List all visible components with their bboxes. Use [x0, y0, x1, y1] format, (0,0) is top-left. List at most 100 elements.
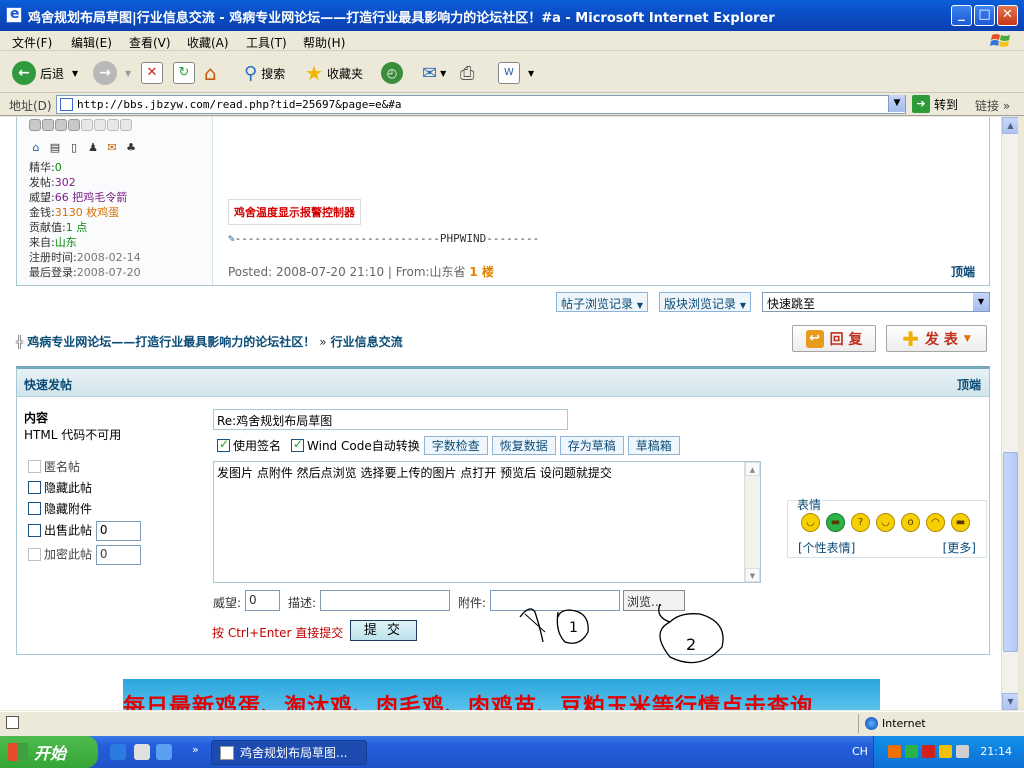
message-icon[interactable]: ▯	[67, 141, 81, 154]
stop-button[interactable]: ✕	[141, 60, 163, 86]
anonymous-option[interactable]: 匿名帖	[28, 458, 80, 475]
print-button[interactable]: ⎙	[460, 60, 474, 86]
menu-edit[interactable]: 编辑(E)	[71, 34, 112, 51]
encrypt-value-input[interactable]: 0	[95, 545, 141, 565]
restore-data-button[interactable]: 恢复数据	[491, 436, 556, 455]
new-post-button[interactable]: ✚ 发 表 ▼	[886, 325, 987, 352]
submit-button[interactable]: 提 交	[350, 620, 417, 641]
reply-button[interactable]: ↩ 回 复	[792, 325, 876, 352]
scroll-down-icon[interactable]: ▼	[745, 568, 760, 582]
menu-file[interactable]: 文件(F)	[12, 34, 52, 51]
taskbar-window-item[interactable]: 鸡舍规划布局草图...	[211, 740, 367, 765]
maximize-button[interactable]: □	[974, 5, 995, 26]
history-button[interactable]: ◴	[381, 60, 403, 86]
quicklaunch-more-icon[interactable]: »	[192, 743, 199, 756]
tray-app-icon[interactable]	[905, 745, 918, 758]
emoticon-laugh[interactable]: ▬	[826, 513, 845, 532]
forward-button[interactable]: → ▼	[93, 60, 131, 86]
back-to-top-link[interactable]: 顶端	[957, 376, 981, 393]
go-button[interactable]: ➔ 转到	[912, 95, 958, 113]
emoticon-question[interactable]: ?	[851, 513, 870, 532]
tray-app-icon[interactable]	[939, 745, 952, 758]
email-icon[interactable]: ✉	[105, 141, 119, 154]
page-scrollbar[interactable]: ▲ ▼	[1001, 117, 1019, 710]
language-indicator[interactable]: CH	[852, 745, 868, 758]
window-border	[1018, 117, 1024, 710]
close-button[interactable]: ✕	[997, 5, 1018, 26]
back-to-top-link[interactable]: 顶端	[951, 263, 975, 280]
add-friend-icon[interactable]: ♟	[86, 141, 100, 154]
scroll-thumb[interactable]	[1003, 452, 1018, 652]
textarea-scrollbar[interactable]: ▲ ▼	[744, 462, 760, 582]
favorites-button[interactable]: ★ 收藏夹	[305, 60, 363, 86]
quick-jump-select[interactable]: 快速跳至 ▼	[762, 292, 990, 312]
user-stat-row: 贡献值:1 点	[29, 221, 88, 234]
user-stats: 精华:0 发帖:302 威望:66 把鸡毛令箭 金钱:3130 枚鸡蛋 贡献值:1 点来…	[29, 160, 141, 280]
address-url[interactable]: http://bbs.jbzyw.com/read.php?tid=25697&…	[77, 98, 402, 111]
window-title-bar[interactable]: 鸡舍规划布局草图|行业信息交流 - 鸡病专业网论坛——打造行业最具影响力的论坛社…	[0, 0, 1024, 31]
refresh-button[interactable]: ↻	[173, 60, 195, 86]
scroll-down-icon[interactable]: ▼	[1002, 693, 1019, 710]
hide-attachment-checkbox[interactable]: 隐藏附件	[28, 500, 92, 517]
scroll-up-icon[interactable]: ▲	[745, 462, 760, 476]
address-dropdown-icon[interactable]: ▼	[888, 95, 905, 112]
windcode-checkbox[interactable]: Wind Code自动转换	[291, 437, 420, 454]
back-button[interactable]: ← 后退 ▼	[12, 60, 78, 86]
post-content: 鸡舍温度显示报警控制器 ✎---------------------------…	[214, 117, 989, 285]
homepage-icon[interactable]: ⌂	[29, 141, 43, 154]
qq-icon[interactable]: ♣	[124, 141, 138, 154]
profile-icon[interactable]: ▤	[48, 141, 62, 154]
search-button[interactable]: ⚲ 搜索	[244, 60, 285, 86]
subject-input[interactable]: Re:鸡舍规划布局草图	[213, 409, 568, 430]
menu-view[interactable]: 查看(V)	[129, 34, 171, 51]
sell-post-checkbox[interactable]: 出售此帖 0	[28, 521, 141, 541]
ad-banner[interactable]: 每日最新鸡蛋、淘汰鸡、肉毛鸡、肉鸡苗、豆粕玉米等行情点击查询	[123, 679, 880, 710]
user-action-icons: ⌂ ▤ ▯ ♟ ✉ ♣	[29, 141, 138, 154]
save-draft-button[interactable]: 存为草稿	[559, 436, 624, 455]
ie-quicklaunch-icon[interactable]	[110, 744, 126, 760]
word-count-button[interactable]: 字数检查	[423, 436, 488, 455]
ad-banner-text: 每日最新鸡蛋、淘汰鸡、肉毛鸡、肉鸡苗、豆粕玉米等行情点击查询	[123, 695, 814, 710]
sell-price-input[interactable]: 0	[95, 521, 141, 541]
media-quicklaunch-icon[interactable]	[134, 744, 150, 760]
emoticon-cool[interactable]: ▬	[951, 513, 970, 532]
emoticon-shock[interactable]: o	[901, 513, 920, 532]
encrypt-post-checkbox[interactable]: 加密此帖 0	[28, 545, 141, 565]
address-input[interactable]: http://bbs.jbzyw.com/read.php?tid=25697&…	[56, 95, 906, 114]
edit-button[interactable]: W ▼	[498, 60, 534, 86]
use-signature-checkbox[interactable]: 使用签名	[217, 437, 281, 454]
hide-post-checkbox[interactable]: 隐藏此帖	[28, 479, 92, 496]
menu-favorites[interactable]: 收藏(A)	[187, 34, 229, 51]
emoticon-grin[interactable]: ◡	[801, 513, 820, 532]
custom-emoticons-link[interactable]: [个性表情]	[798, 539, 855, 556]
browse-button[interactable]: 浏览...	[623, 590, 685, 611]
emoticon-sad[interactable]: ◠	[926, 513, 945, 532]
start-button[interactable]: 开始	[0, 736, 98, 768]
attachment-input[interactable]	[490, 590, 620, 611]
prestige-input[interactable]: 0	[245, 590, 280, 611]
drafts-button[interactable]: 草稿箱	[627, 436, 680, 455]
description-input[interactable]	[320, 590, 450, 611]
desktop-quicklaunch-icon[interactable]	[156, 744, 172, 760]
signature-link[interactable]: 鸡舍温度显示报警控制器	[228, 199, 361, 225]
chevron-down-icon: ▼	[973, 293, 989, 311]
mail-button[interactable]: ✉ ▼	[422, 60, 446, 86]
breadcrumb-forum[interactable]: 鸡病专业网论坛——打造行业最具影响力的论坛社区！	[27, 333, 315, 350]
signature-separator: ✎-------------------------------PHPWIND-…	[228, 232, 540, 245]
home-button[interactable]: ⌂	[204, 60, 217, 86]
menu-help[interactable]: 帮助(H)	[303, 34, 345, 51]
post-body-textarea[interactable]: 发图片 点附件 然后点浏览 选择要上传的图片 点打开 预览后 设问题就提交 ▲ …	[213, 461, 761, 583]
tray-app-icon[interactable]	[888, 745, 901, 758]
scroll-up-icon[interactable]: ▲	[1002, 117, 1019, 134]
links-button[interactable]: 链接 »	[975, 97, 1010, 114]
volume-icon[interactable]	[956, 745, 969, 758]
emoticon-smile[interactable]: ◡	[876, 513, 895, 532]
breadcrumb-board[interactable]: 行业信息交流	[331, 333, 403, 350]
tray-app-icon[interactable]	[922, 745, 935, 758]
menu-tools[interactable]: 工具(T)	[246, 34, 287, 51]
board-history-button[interactable]: 版块浏览记录 ▼	[659, 292, 751, 312]
minimize-button[interactable]: _	[951, 5, 972, 26]
security-zone: Internet	[858, 714, 926, 733]
thread-history-button[interactable]: 帖子浏览记录 ▼	[556, 292, 648, 312]
more-emoticons-link[interactable]: [更多]	[943, 539, 976, 556]
